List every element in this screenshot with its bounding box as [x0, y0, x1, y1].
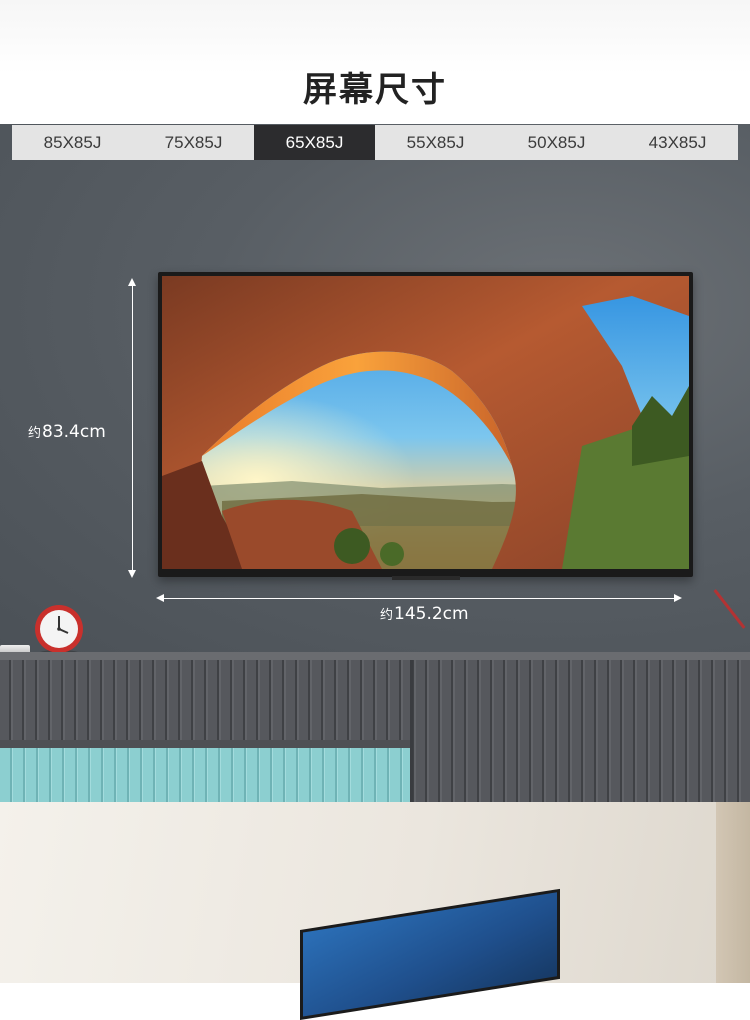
room-wall-column [716, 802, 750, 983]
tv-frame [158, 272, 693, 577]
tab-85x85j[interactable]: 85X85J [12, 125, 133, 160]
height-label: 约83.4cm [28, 422, 106, 442]
height-prefix: 约 [28, 426, 42, 441]
width-prefix: 约 [380, 608, 394, 623]
tab-65x85j[interactable]: 65X85J [254, 125, 375, 160]
width-arrow [156, 594, 682, 602]
cabinet-shelf [0, 740, 410, 748]
cabinet-divider [410, 660, 413, 802]
height-value: 83.4cm [42, 422, 106, 442]
tab-55x85j[interactable]: 55X85J [375, 125, 496, 160]
cabinet-top [0, 652, 750, 660]
width-label: 约145.2cm [380, 604, 469, 624]
page-title: 屏幕尺寸 [303, 70, 447, 110]
width-value: 145.2cm [394, 604, 469, 624]
tab-50x85j[interactable]: 50X85J [496, 125, 617, 160]
tab-75x85j[interactable]: 75X85J [133, 125, 254, 160]
tv-screen-image [162, 276, 689, 569]
model-size-tabs: 85X85J 75X85J 65X85J 55X85J 50X85J 43X85… [12, 125, 738, 160]
height-arrow [128, 278, 136, 578]
tab-43x85j[interactable]: 43X85J [617, 125, 738, 160]
clock-icon [35, 605, 83, 656]
teal-panel [0, 748, 410, 802]
tv-stand [392, 576, 460, 580]
